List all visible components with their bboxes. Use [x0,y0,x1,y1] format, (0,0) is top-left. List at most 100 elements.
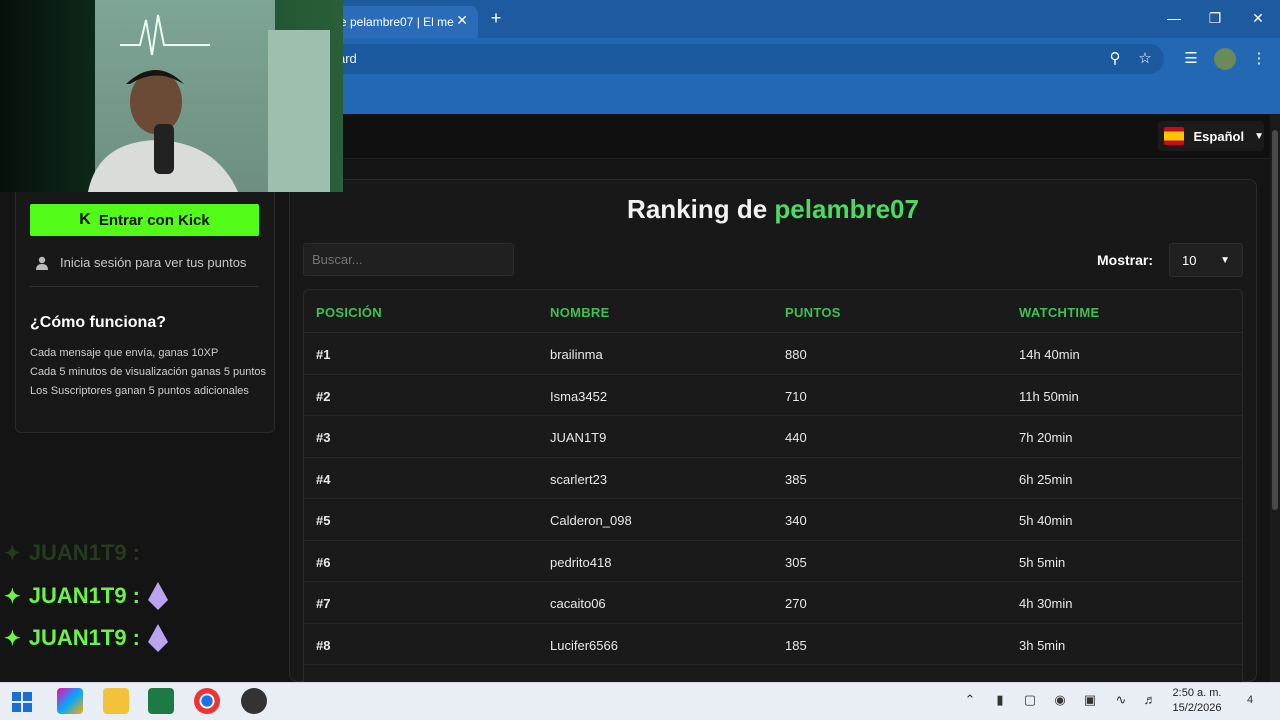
page-size-value: 10 [1182,252,1197,268]
cell-pos: #1 [316,347,331,362]
chat-username: JUAN1T9 : [28,625,141,650]
device-icon[interactable]: ▢ [1022,692,1038,708]
login-hint: Inicia sesión para ver tus puntos [36,255,266,270]
cell-pos: #5 [316,513,331,528]
copilot-icon[interactable] [57,688,83,714]
chrome-icon[interactable] [194,688,220,714]
cell-watch: 5h 5min [1019,554,1066,570]
chevron-up-icon[interactable]: ⌃ [962,692,978,708]
webcam-door [268,30,330,192]
address-bar[interactable]: ard [330,44,1164,74]
cell-name: Lucifer6566 [550,637,618,653]
table-row: #5 Calderon_098 340 5h 40min [304,499,1242,541]
how-it-works-title: ¿Cómo funciona? [30,314,166,331]
cell-points: 340 [785,513,807,528]
scrollbar-thumb[interactable] [1272,130,1278,510]
cell-points: 270 [785,596,807,611]
ranking-title-prefix: Ranking de [627,194,768,224]
table-row: #3 JUAN1T9 440 7h 20min [304,416,1242,458]
wifi-icon[interactable]: ∿ [1113,692,1129,708]
cell-watch: 3h 5min [1019,637,1066,653]
user-icon [36,256,48,270]
close-window-button[interactable]: ✕ [1246,8,1270,28]
close-tab-icon[interactable]: ✕ [456,12,468,29]
chevron-down-icon: ▼ [1220,254,1230,266]
volume-icon[interactable]: ♬ [1142,692,1158,708]
new-tab-button[interactable]: + [486,8,506,28]
kick-login-button[interactable]: K Entrar con Kick [30,204,259,236]
restore-button[interactable]: ❐ [1203,8,1227,28]
table-row: #2 Isma3452 710 11h 50min [304,375,1242,416]
cell-points: 185 [785,637,807,653]
cell-points: 440 [785,430,807,445]
cell-pos: #8 [316,637,331,653]
obs-icon[interactable] [241,688,267,714]
chat-message: ✦ JUAN1T9 : [4,624,169,652]
chat-username: JUAN1T9 : [28,583,141,608]
ranking-title: Ranking de pelambre07 [289,194,1257,225]
cell-watch: 11h 50min [1019,388,1079,404]
minimize-button[interactable]: — [1162,8,1186,28]
menu-kebab-icon[interactable]: ⋮ [1248,48,1270,70]
browser-tab[interactable]: e pelambre07 | El me ✕ [330,6,478,38]
how-line: Cada 5 minutos de visualización ganas 5 … [30,366,267,378]
cell-name: brailinma [550,347,603,362]
cell-watch: 7h 20min [1019,430,1073,445]
language-selector[interactable]: Español ▼ [1158,121,1264,151]
screen-icon[interactable]: ▣ [1082,692,1098,708]
microphone-icon[interactable]: ◉ [1052,692,1068,708]
table-row: #8 Lucifer6566 185 3h 5min [304,624,1242,665]
cell-watch: 14h 40min [1019,347,1080,362]
tray-clock[interactable]: 2:50 a. m. 15/2/2026 [1168,686,1226,716]
file-explorer-icon[interactable] [103,688,129,714]
cell-name: pedrito418 [550,554,612,570]
column-header[interactable]: WATCHTIME [1019,305,1099,320]
sparkle-icon: ✦ [4,542,21,565]
cell-name: Isma3452 [550,388,608,404]
search-input[interactable] [303,243,514,276]
ranking-title-user: pelambre07 [774,194,919,224]
notifications-icon[interactable]: 4 [1242,692,1258,708]
page-size-select[interactable]: 10 ▼ [1169,243,1243,277]
bookmark-star-icon[interactable]: ☆ [1134,48,1156,70]
cell-points: 305 [785,554,807,570]
how-line: Los Suscriptores ganan 5 puntos adiciona… [30,385,249,397]
column-header[interactable]: POSICIÓN [316,305,382,320]
language-label: Español [1193,128,1245,144]
clock-time: 2:50 a. m. [1172,687,1222,699]
profile-avatar[interactable] [1214,48,1236,70]
sparkle-icon: ✦ [4,627,21,650]
cell-points: 880 [785,347,807,362]
zoom-icon[interactable]: ⚲ [1104,48,1126,70]
column-header[interactable]: NOMBRE [550,305,610,320]
sparkle-icon: ✦ [4,585,21,608]
cell-watch: 6h 25min [1019,471,1073,487]
show-label: Mostrar: [1097,252,1154,268]
cell-name: scarlert23 [550,471,608,487]
chevron-down-icon: ▼ [1254,130,1264,142]
column-header[interactable]: PUNTOS [785,305,841,320]
cell-pos: #4 [316,471,331,487]
chat-message: ✦ JUAN1T9 : [4,582,169,610]
kick-logo-icon: K [79,211,91,228]
table-row: #1 brailinma 880 14h 40min [304,333,1242,375]
login-hint-text: Inicia sesión para ver tus puntos [60,255,247,270]
gem-emote-icon [148,624,169,652]
notification-count: 4 [1246,694,1254,706]
table-header: POSICIÓN NOMBRE PUNTOS WATCHTIME [304,290,1242,333]
how-line: Cada mensaje que envía, ganas 10XP [30,347,219,359]
media-controls-icon[interactable]: ☰ [1180,48,1202,70]
heartbeat-neon-icon [120,14,210,56]
battery-icon[interactable]: ▮ [992,692,1008,708]
excel-icon[interactable] [148,688,174,714]
cell-name: Calderon_098 [550,513,632,528]
cell-pos: #7 [316,596,331,611]
gem-emote-icon [148,582,169,610]
cell-name: cacaito06 [550,596,606,611]
table-row: #7 cacaito06 270 4h 30min [304,582,1242,624]
cell-pos: #2 [316,388,331,404]
cell-watch: 5h 40min [1019,513,1073,528]
windows-start-icon[interactable] [12,692,32,712]
webcam-overlay [0,0,343,192]
cell-watch: 4h 30min [1019,596,1073,611]
